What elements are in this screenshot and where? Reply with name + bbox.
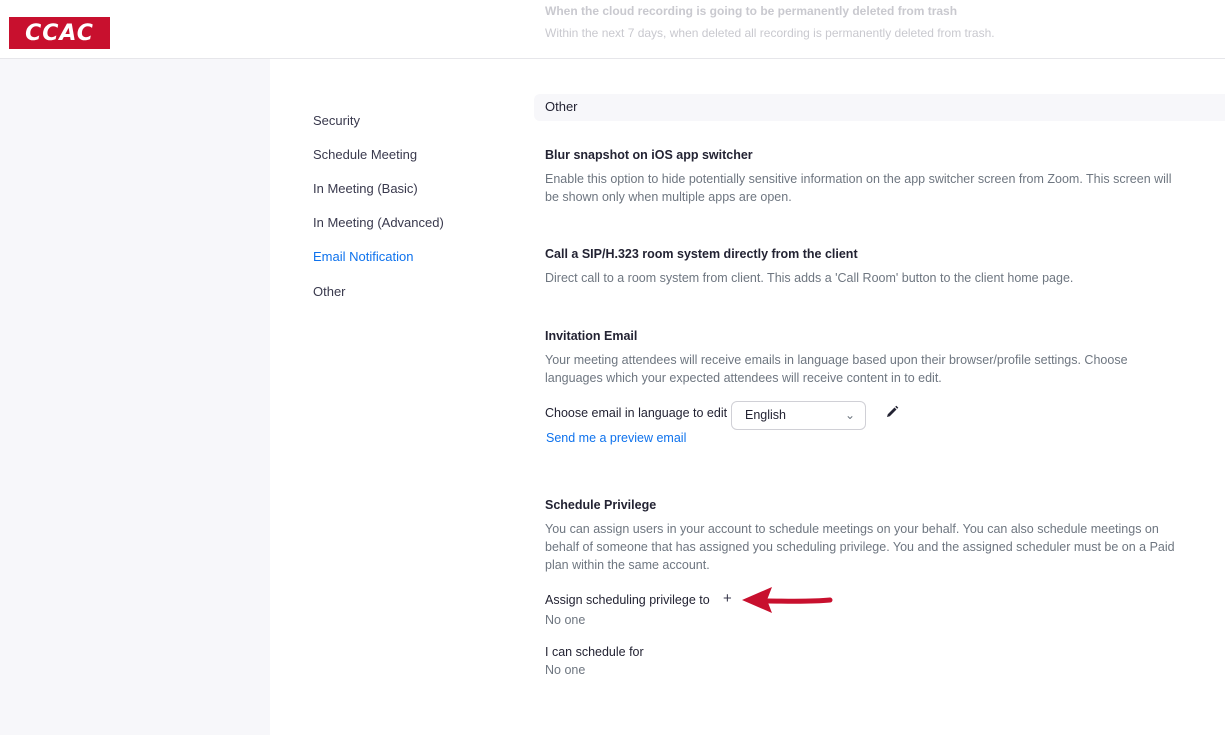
blur-snapshot-desc-1: Enable this option to hide potentially s… xyxy=(545,172,1172,186)
assign-privilege-value: No one xyxy=(545,613,586,627)
invitation-email-desc-2: languages which your expected attendees … xyxy=(545,371,942,385)
logo-text: CCAC xyxy=(25,20,94,46)
schedule-privilege-desc-1: You can assign users in your account to … xyxy=(545,522,1159,536)
language-select[interactable]: English ⌄ xyxy=(731,401,866,430)
blur-snapshot-desc-2: be shown only when multiple apps are ope… xyxy=(545,190,792,204)
can-schedule-label: I can schedule for xyxy=(545,645,644,659)
nav-item-other[interactable]: Other xyxy=(313,284,346,299)
faded-setting-desc: Within the next 7 days, when deleted all… xyxy=(545,26,995,40)
pencil-edit-icon[interactable] xyxy=(884,404,902,424)
invitation-email-desc-1: Your meeting attendees will receive emai… xyxy=(545,353,1128,367)
sip-call-desc: Direct call to a room system from client… xyxy=(545,271,1074,285)
choose-language-label: Choose email in language to edit xyxy=(545,406,728,420)
send-preview-email-link[interactable]: Send me a preview email xyxy=(546,431,686,445)
sip-call-title: Call a SIP/H.323 room system directly fr… xyxy=(545,247,858,261)
left-panel xyxy=(0,59,270,735)
blur-snapshot-title: Blur snapshot on iOS app switcher xyxy=(545,148,753,162)
section-header-label: Other xyxy=(545,99,578,114)
faded-setting-title: When the cloud recording is going to be … xyxy=(545,4,958,18)
ccac-logo[interactable]: CCAC xyxy=(9,17,110,49)
add-scheduler-button[interactable]: + xyxy=(723,590,732,607)
nav-item-in-meeting-basic[interactable]: In Meeting (Basic) xyxy=(313,181,418,196)
invitation-email-title: Invitation Email xyxy=(545,329,638,343)
nav-item-in-meeting-advanced[interactable]: In Meeting (Advanced) xyxy=(313,215,444,230)
schedule-privilege-title: Schedule Privilege xyxy=(545,498,657,512)
language-select-value: English xyxy=(745,408,786,422)
schedule-privilege-desc-2: behalf of someone that has assigned you … xyxy=(545,540,1175,554)
top-bar: CCAC When the cloud recording is going t… xyxy=(0,0,1225,59)
assign-privilege-label: Assign scheduling privilege to xyxy=(545,593,710,607)
section-header-other: Other xyxy=(534,94,1225,121)
nav-item-email-notification[interactable]: Email Notification xyxy=(313,249,413,264)
nav-item-security[interactable]: Security xyxy=(313,113,360,128)
nav-item-schedule-meeting[interactable]: Schedule Meeting xyxy=(313,147,417,162)
chevron-down-icon: ⌄ xyxy=(844,408,855,422)
annotation-arrow-icon xyxy=(742,587,833,613)
can-schedule-value: No one xyxy=(545,663,586,677)
schedule-privilege-desc-3: plan within the same account. xyxy=(545,558,710,572)
